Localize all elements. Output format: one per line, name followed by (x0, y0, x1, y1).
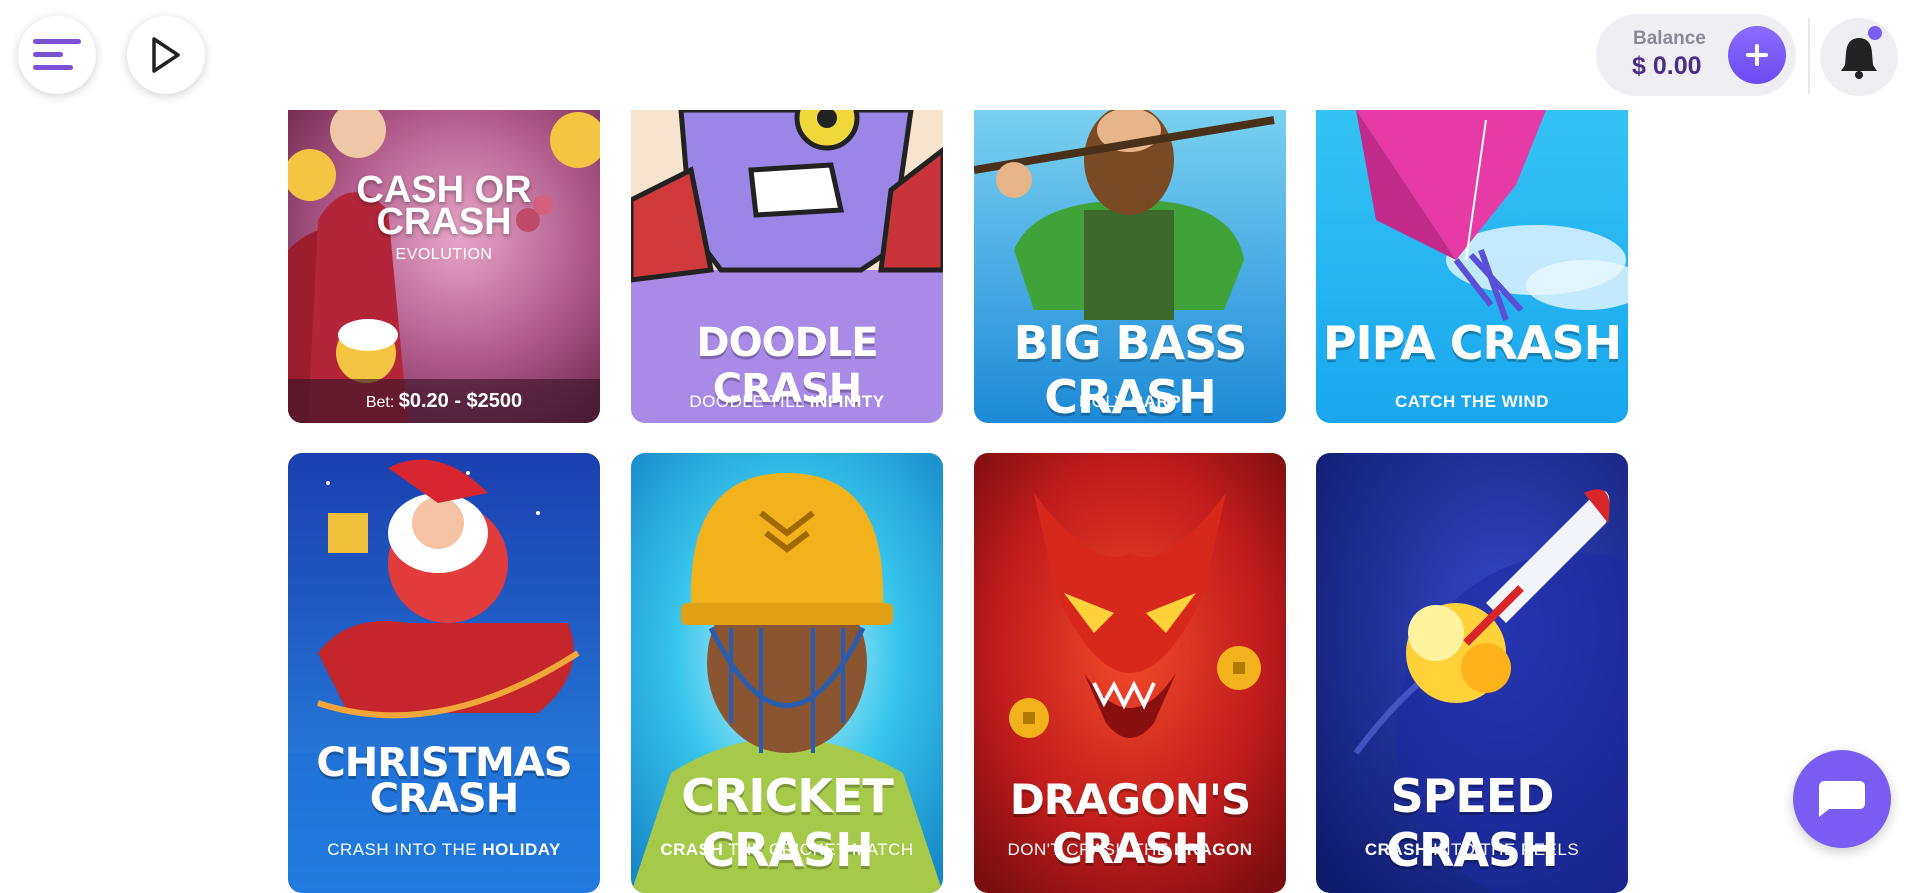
game-card-cash-or-crash[interactable]: CASH OR CRASH EVOLUTION Bet: $0.20 - $25… (288, 110, 600, 423)
game-card-pipa-crash[interactable]: PIPA CRASH CATCH THE WIND (1316, 110, 1628, 423)
balance-label: Balance (1633, 28, 1706, 49)
game-tagline: DON'T CRASH THE DRAGON (1007, 840, 1253, 859)
game-card-christmas-crash[interactable]: CHRISTMAS CRASH CRASH INTO THE HOLIDAY (288, 453, 600, 893)
game-title: PIPA CRASH (1322, 316, 1622, 370)
play-icon (152, 37, 180, 73)
play-button[interactable] (127, 16, 205, 94)
menu-icon (33, 39, 81, 70)
game-title: CHRISTMAS CRASH (316, 740, 572, 822)
game-card-speed-crash[interactable]: SPEED CRASH CRASH INTO THE REELS (1316, 453, 1628, 893)
game-title: CASH OR CRASH (356, 169, 532, 243)
balance-value: $ 0.00 (1632, 52, 1702, 80)
notifications-button[interactable] (1820, 18, 1898, 96)
game-tagline: CRASH INTO THE HOLIDAY (327, 840, 561, 859)
game-grid: CASH OR CRASH EVOLUTION Bet: $0.20 - $25… (0, 0, 1920, 893)
game-card-doodle-crash[interactable]: DOODLE CRASH DOODLE TILL INFINITY (631, 110, 943, 423)
game-tagline: CRASH INTO THE REELS (1364, 840, 1580, 859)
game-card-cricket-crash[interactable]: CRICKET CRASH CRASH THE CRICKET MATCH (631, 453, 943, 893)
notification-badge (1866, 24, 1884, 42)
menu-button[interactable] (18, 16, 96, 94)
game-art (288, 110, 600, 423)
game-card-dragons-crash[interactable]: DRAGON'S CRASH DON'T CRASH THE DRAGON (974, 453, 1286, 893)
game-provider: EVOLUTION (395, 246, 493, 263)
deposit-button[interactable] (1728, 26, 1786, 84)
header-divider (1808, 18, 1810, 94)
game-tagline: CRASH THE CRICKET MATCH (660, 840, 914, 859)
game-tagline: CATCH THE WIND (1395, 392, 1549, 411)
plus-icon (1746, 44, 1768, 66)
game-art (288, 453, 600, 893)
game-card-big-bass-crash[interactable]: BIG BASS CRASH HOLY CARP (974, 110, 1286, 423)
game-title: SPEED CRASH (1386, 769, 1558, 877)
game-title: CRICKET CRASH (681, 769, 894, 877)
top-bar: Balance $ 0.00 (0, 0, 1920, 110)
chat-icon (1819, 781, 1865, 817)
chat-button[interactable] (1793, 750, 1891, 848)
game-tagline: HOLY CARP (1078, 392, 1182, 411)
bet-range: Bet: $0.20 - $2500 (288, 379, 600, 423)
game-art (1316, 110, 1628, 423)
game-tagline: DOODLE TILL INFINITY (689, 392, 885, 411)
